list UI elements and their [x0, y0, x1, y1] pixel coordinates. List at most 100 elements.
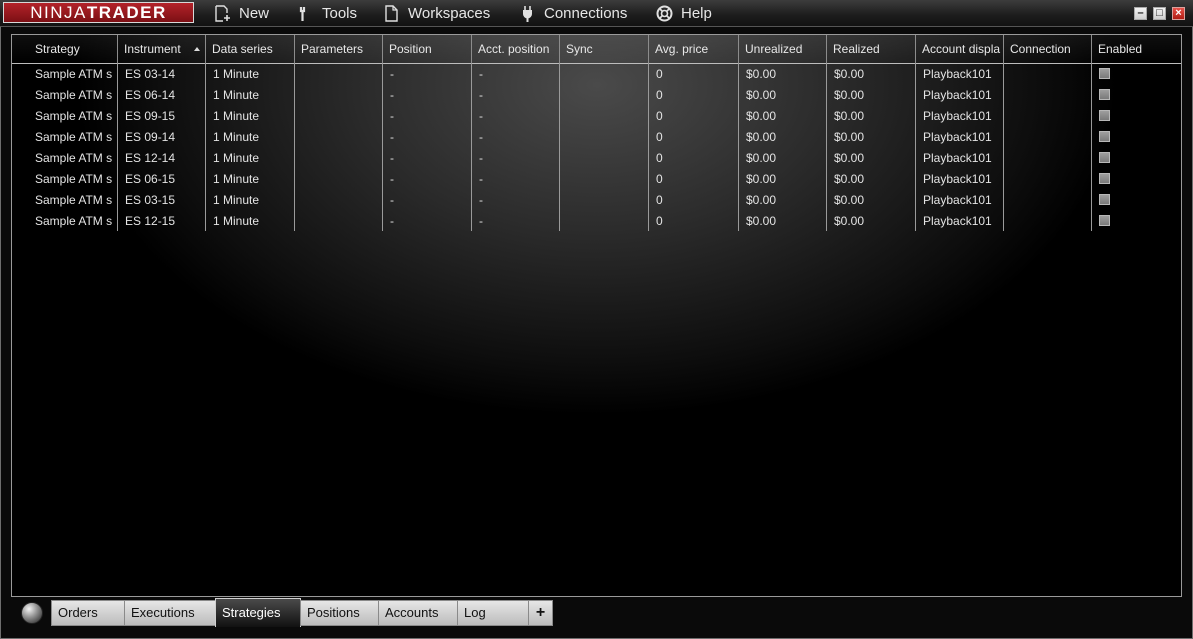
logo-text-trader: TRADER: [86, 3, 167, 22]
cell-data-series: 1 Minute: [213, 151, 260, 165]
cell-position: -: [390, 88, 394, 102]
add-tab-button[interactable]: +: [528, 600, 553, 626]
table-row[interactable]: Sample ATM s ES 03-15 1 Minute - - 0 $0.00 $0.0…: [12, 190, 1181, 211]
cell-connection: [1004, 211, 1090, 232]
cell-unrealized: $0.00: [746, 151, 777, 165]
tab-orders[interactable]: Orders: [51, 600, 125, 626]
cell-instrument: ES 12-15: [125, 214, 176, 228]
globe-icon[interactable]: [21, 602, 43, 624]
cell-instrument: ES 03-15: [125, 193, 176, 207]
cell-parameters: [295, 148, 381, 169]
cell-data-series: 1 Minute: [213, 109, 260, 123]
bottom-tab-bar: Orders Executions Strategies Positions A…: [11, 598, 1182, 628]
cell-connection: [1004, 64, 1090, 85]
cell-strategy: Sample ATM s: [35, 151, 113, 165]
tab-log[interactable]: Log: [457, 600, 529, 626]
cell-parameters: [295, 106, 381, 127]
table-row[interactable]: Sample ATM s ES 09-14 1 Minute - - 0 $0.00 $0.0…: [12, 127, 1181, 148]
cell-position: -: [390, 193, 394, 207]
column-header-enabled[interactable]: Enabled: [1092, 35, 1181, 63]
cell-strategy: Sample ATM s: [35, 193, 113, 207]
cell-account: Playback101: [923, 214, 992, 228]
enabled-checkbox[interactable]: [1099, 215, 1110, 226]
column-header-strategy[interactable]: Strategy: [29, 35, 118, 63]
table-row[interactable]: Sample ATM s ES 12-15 1 Minute - - 0 $0.00 $0.0…: [12, 211, 1181, 232]
column-header-data-series[interactable]: Data series: [206, 35, 295, 63]
enabled-checkbox[interactable]: [1099, 110, 1110, 121]
menu-help-label: Help: [681, 4, 712, 22]
cell-realized: $0.00: [834, 88, 865, 102]
sort-ascending-icon: [194, 47, 200, 51]
menu-workspaces[interactable]: Workspaces: [383, 4, 490, 22]
cell-acct-position: -: [479, 214, 483, 228]
table-row[interactable]: Sample ATM s ES 03-14 1 Minute - - 0 $0.00 $0.0…: [12, 64, 1181, 85]
column-header-acct-position[interactable]: Acct. position: [472, 35, 560, 63]
column-header-instrument[interactable]: Instrument: [118, 35, 206, 63]
cell-connection: [1004, 190, 1090, 211]
cell-avg-price: 0: [656, 193, 663, 207]
enabled-checkbox[interactable]: [1099, 173, 1110, 184]
column-header-sync[interactable]: Sync: [560, 35, 649, 63]
cell-realized: $0.00: [834, 214, 865, 228]
maximize-button[interactable]: □: [1153, 7, 1166, 20]
cell-sync: [560, 127, 647, 148]
enabled-checkbox[interactable]: [1099, 194, 1110, 205]
column-header-connection[interactable]: Connection: [1004, 35, 1092, 63]
enabled-checkbox[interactable]: [1099, 68, 1110, 79]
cell-data-series: 1 Minute: [213, 130, 260, 144]
cell-acct-position: -: [479, 67, 483, 81]
cell-account: Playback101: [923, 172, 992, 186]
enabled-checkbox[interactable]: [1099, 152, 1110, 163]
cell-unrealized: $0.00: [746, 88, 777, 102]
column-header-unrealized[interactable]: Unrealized: [739, 35, 827, 63]
menu-new[interactable]: New: [214, 4, 269, 22]
cell-account: Playback101: [923, 88, 992, 102]
cell-strategy: Sample ATM s: [35, 172, 113, 186]
plug-icon: [519, 5, 536, 22]
column-header-parameters[interactable]: Parameters: [295, 35, 383, 63]
menu-tools-label: Tools: [322, 4, 358, 22]
cell-data-series: 1 Minute: [213, 88, 260, 102]
cell-connection: [1004, 169, 1090, 190]
column-header-account[interactable]: Account displa: [916, 35, 1004, 63]
cell-position: -: [390, 151, 394, 165]
enabled-checkbox[interactable]: [1099, 131, 1110, 142]
close-button[interactable]: ×: [1172, 7, 1185, 20]
enabled-checkbox[interactable]: [1099, 89, 1110, 100]
cell-instrument: ES 03-14: [125, 67, 176, 81]
cell-unrealized: $0.00: [746, 193, 777, 207]
cell-parameters: [295, 127, 381, 148]
tab-executions[interactable]: Executions: [124, 600, 216, 626]
table-row[interactable]: Sample ATM s ES 06-14 1 Minute - - 0 $0.00 $0.0…: [12, 85, 1181, 106]
cell-avg-price: 0: [656, 88, 663, 102]
column-header-realized[interactable]: Realized: [827, 35, 916, 63]
minimize-button[interactable]: –: [1134, 7, 1147, 20]
cell-realized: $0.00: [834, 130, 865, 144]
menu-tools[interactable]: Tools: [297, 4, 357, 22]
table-row[interactable]: Sample ATM s ES 09-15 1 Minute - - 0 $0.00 $0.0…: [12, 106, 1181, 127]
menu-connections[interactable]: Connections: [519, 4, 627, 22]
tab-positions[interactable]: Positions: [300, 600, 379, 626]
cell-sync: [560, 190, 647, 211]
cell-account: Playback101: [923, 151, 992, 165]
cell-account: Playback101: [923, 193, 992, 207]
cell-account: Playback101: [923, 67, 992, 81]
document-icon: [383, 4, 400, 22]
cell-sync: [560, 106, 647, 127]
cell-avg-price: 0: [656, 151, 663, 165]
tab-strategies[interactable]: Strategies: [215, 598, 301, 627]
menu-new-label: New: [239, 4, 270, 22]
cell-parameters: [295, 169, 381, 190]
table-row[interactable]: Sample ATM s ES 12-14 1 Minute - - 0 $0.00 $0.0…: [12, 148, 1181, 169]
cell-connection: [1004, 127, 1090, 148]
cell-parameters: [295, 190, 381, 211]
tab-accounts[interactable]: Accounts: [378, 600, 458, 626]
column-header-avg-price[interactable]: Avg. price: [649, 35, 739, 63]
cell-acct-position: -: [479, 193, 483, 207]
cell-avg-price: 0: [656, 67, 663, 81]
cell-position: -: [390, 172, 394, 186]
menu-help[interactable]: Help: [656, 4, 712, 22]
cell-strategy: Sample ATM s: [35, 214, 113, 228]
table-row[interactable]: Sample ATM s ES 06-15 1 Minute - - 0 $0.00 $0.0…: [12, 169, 1181, 190]
column-header-position[interactable]: Position: [383, 35, 472, 63]
